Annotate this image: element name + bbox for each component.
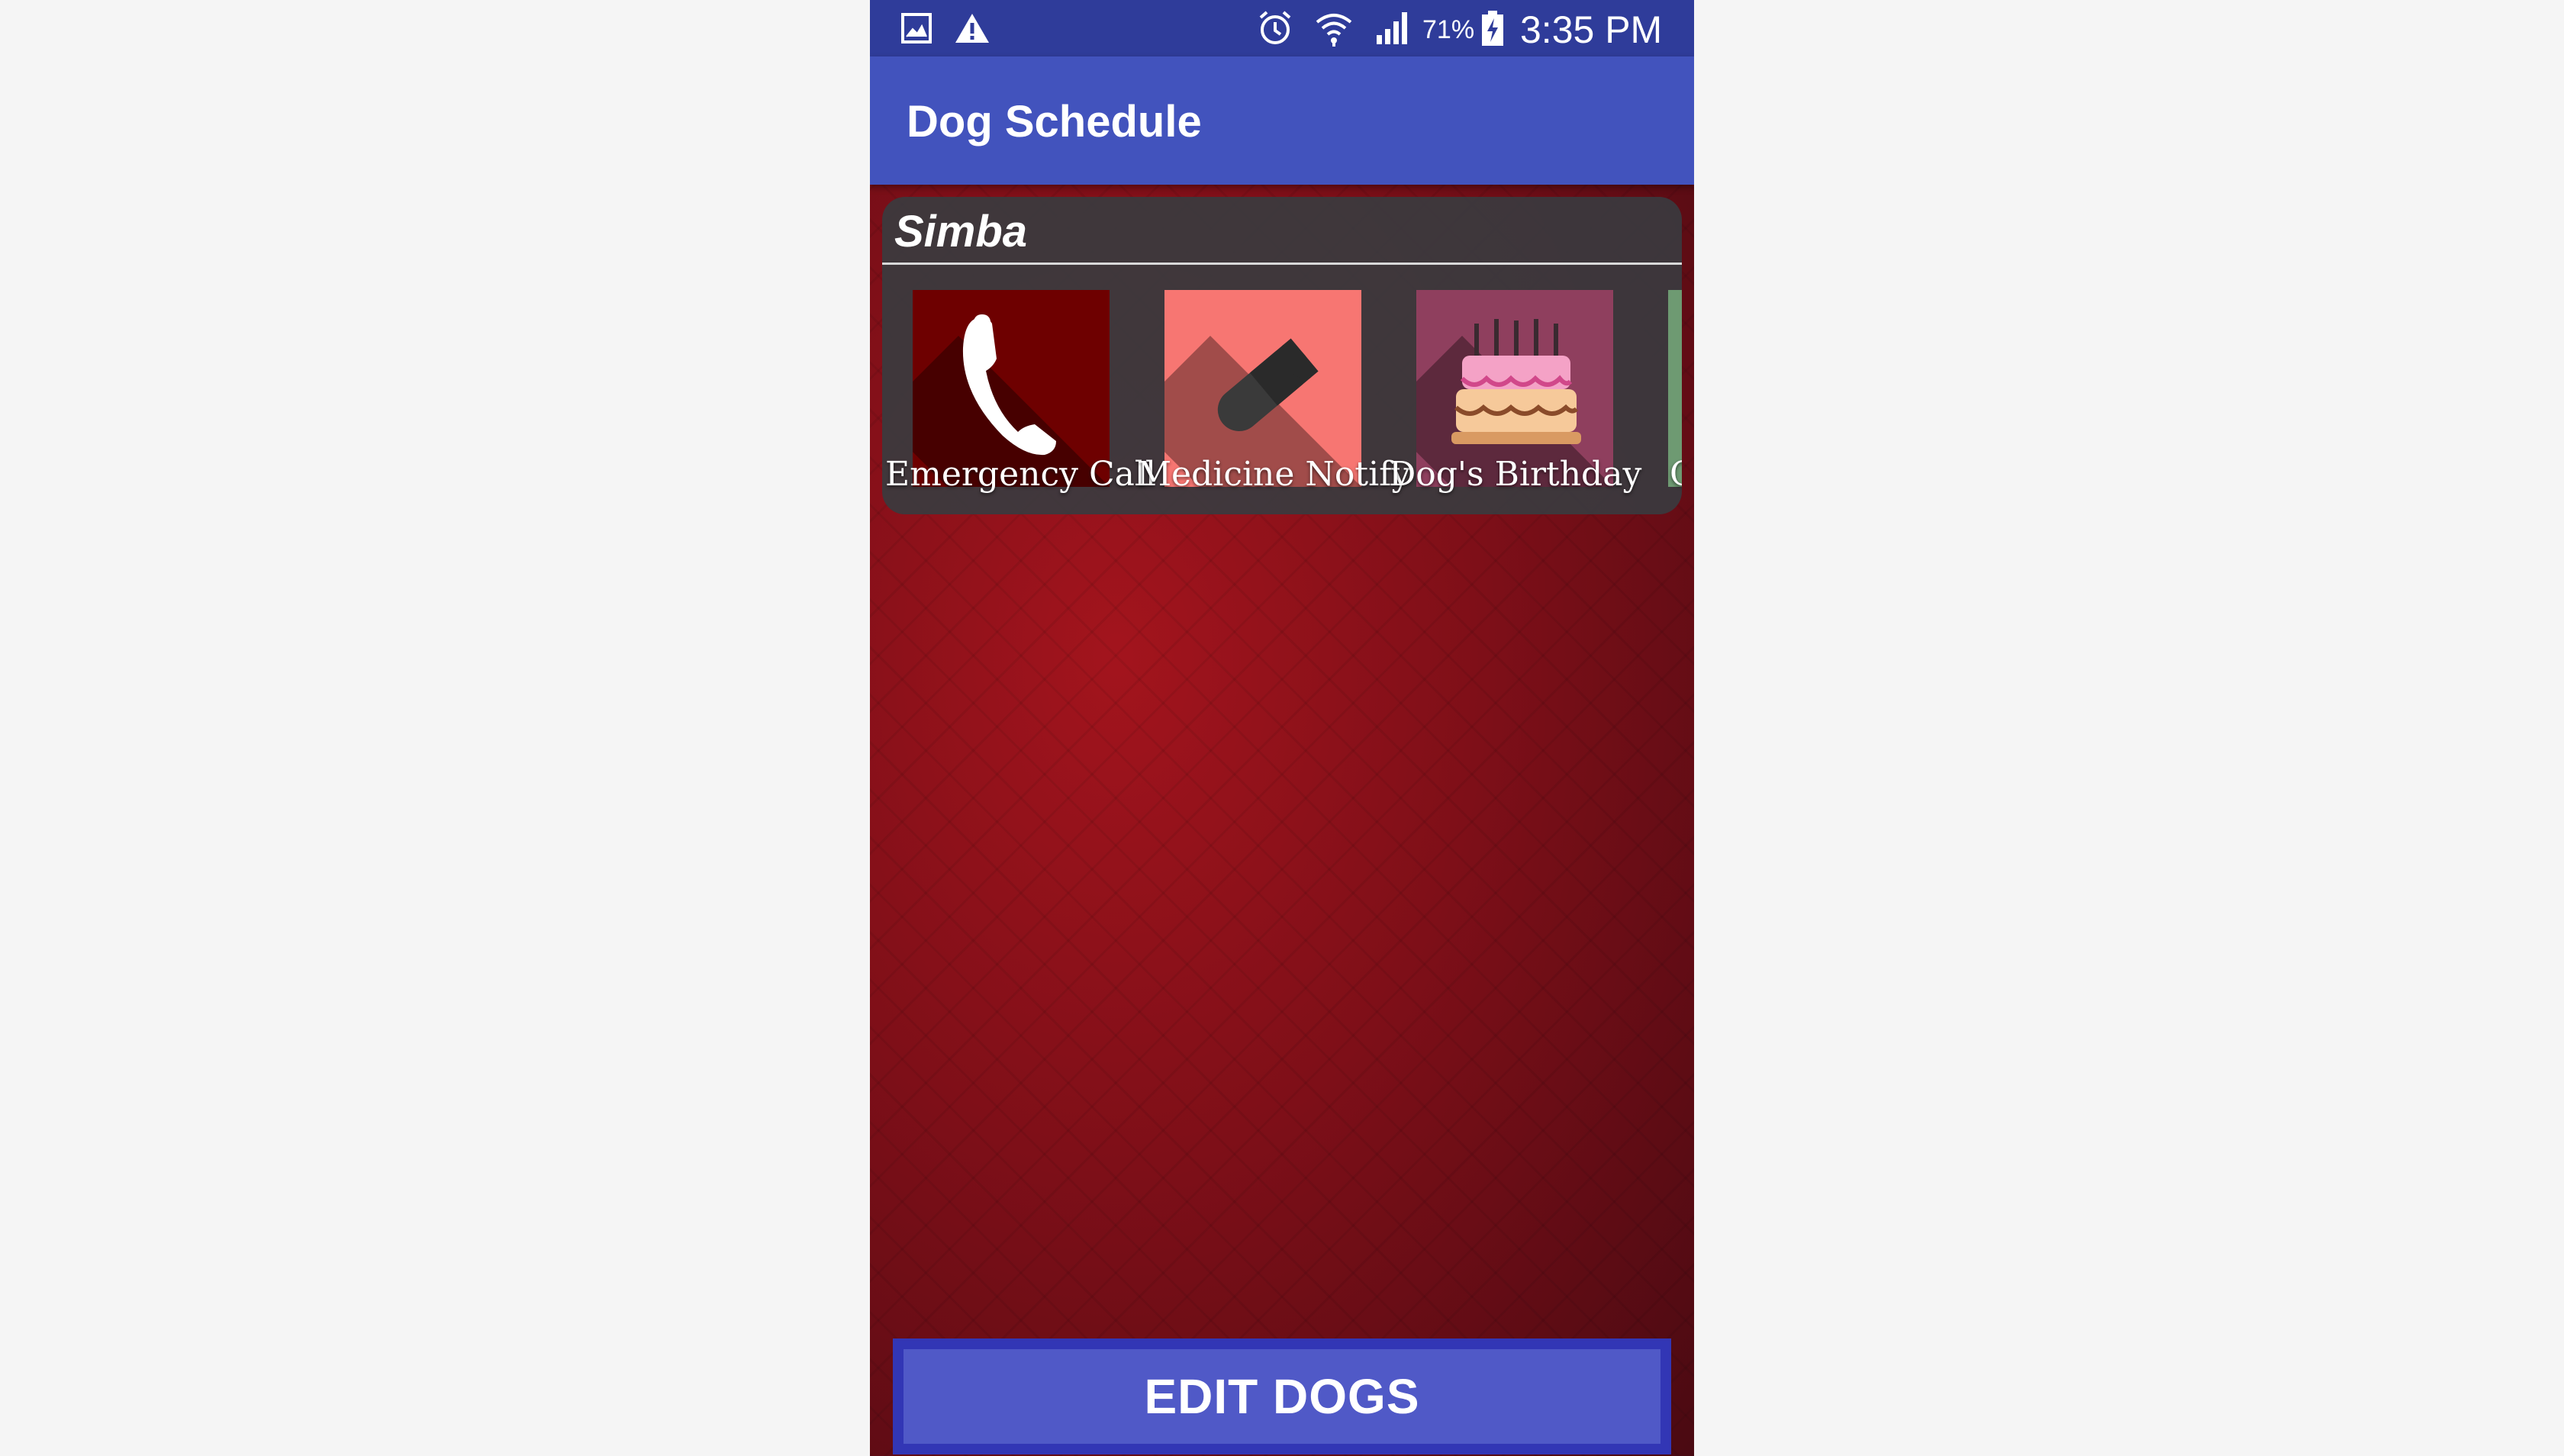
alarm-icon: [1256, 0, 1294, 56]
gallery-icon: [900, 0, 933, 56]
pill-icon: [1195, 328, 1332, 454]
clock: 3:35 PM: [1520, 8, 1663, 51]
tile-label-dogs-birthday: Dog's Birthday: [1389, 455, 1642, 494]
dog-name: Simba: [894, 207, 1028, 256]
cake-icon: [1451, 317, 1581, 459]
battery-percent: 71%: [1422, 15, 1475, 44]
page-title: Dog Schedule: [907, 97, 1202, 147]
app-bar: Dog Schedule: [870, 56, 1694, 185]
wifi-icon: [1314, 0, 1354, 56]
tile-label-medicine-notify: Medicine Notify: [1137, 455, 1411, 494]
edit-dogs-button[interactable]: EDIT DOGS: [893, 1338, 1671, 1454]
phone-icon: [949, 310, 1064, 466]
phone-screen: 71% 3:35 PM Dog Schedule Simba Emergency…: [870, 0, 1694, 1456]
tile-label-emergency-call: Emergency Call: [885, 455, 1156, 494]
status-bar: 71% 3:35 PM: [870, 0, 1694, 56]
warning-icon: [954, 0, 990, 56]
signal-icon: [1374, 0, 1412, 56]
divider: [882, 263, 1682, 265]
battery-charging-icon: [1480, 0, 1505, 56]
tile-label-partial: C: [1670, 455, 1682, 494]
dog-card: Simba Emergency Call Medicine Notify Dog…: [882, 197, 1682, 514]
